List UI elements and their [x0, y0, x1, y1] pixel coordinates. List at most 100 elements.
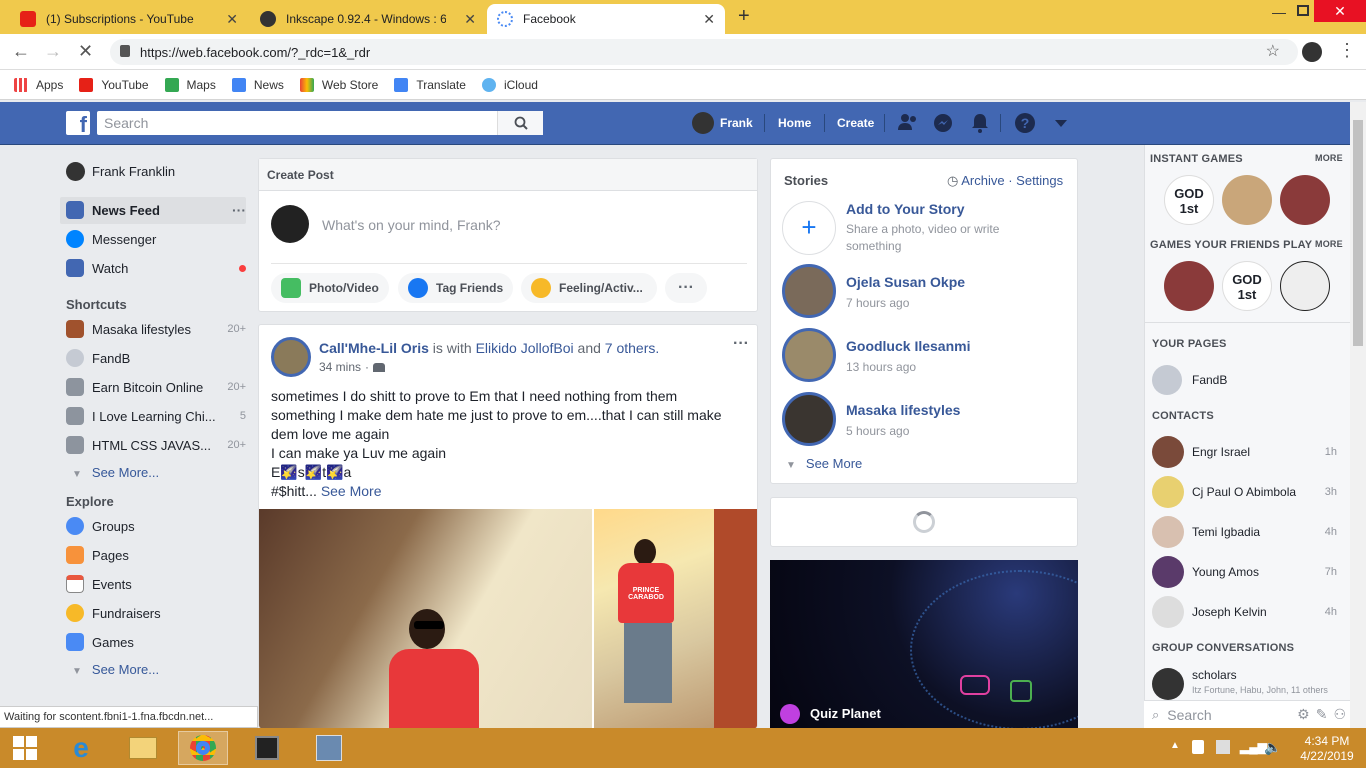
- address-bar[interactable]: https://web.facebook.com/?_rdc=1&_rdr ☆: [110, 39, 1298, 65]
- close-tab-icon[interactable]: ✕: [226, 11, 238, 28]
- post-author-link[interactable]: Call'Mhe-Lil Oris: [319, 340, 429, 356]
- gear-icon[interactable]: ⚙: [1297, 706, 1310, 723]
- messenger-icon[interactable]: [933, 113, 953, 133]
- stories-see-more[interactable]: ▼ See More: [786, 456, 862, 471]
- archive-link[interactable]: Archive: [961, 173, 1004, 188]
- nav-messenger[interactable]: Messenger: [66, 226, 246, 252]
- contact-item[interactable]: Young Amos 7h: [1152, 554, 1337, 590]
- shortcut-bitcoin[interactable]: Earn Bitcoin Online 20+: [66, 374, 246, 400]
- bookmark-apps[interactable]: Apps: [14, 77, 63, 92]
- back-button[interactable]: ←: [12, 41, 30, 62]
- photo-video-button[interactable]: Photo/Video: [271, 273, 389, 303]
- start-button[interactable]: [0, 731, 50, 765]
- account-menu-caret-icon[interactable]: [1055, 120, 1067, 127]
- chat-search-bar[interactable]: ⌕ Search ⚙ ✎ ⚇: [1144, 700, 1350, 728]
- explore-games[interactable]: Games: [66, 629, 246, 655]
- group-conversation-item[interactable]: scholars Itz Fortune, Habu, John, 11 othe…: [1152, 668, 1342, 700]
- shortcuts-see-more[interactable]: ▼ See More...: [72, 465, 159, 480]
- new-tab-button[interactable]: +: [738, 5, 750, 28]
- show-hidden-icons[interactable]: ▲: [1170, 740, 1180, 751]
- bookmark-icloud[interactable]: iCloud: [481, 77, 538, 92]
- volume-icon[interactable]: 🔈: [1264, 739, 1281, 756]
- inkscape-button[interactable]: [242, 731, 292, 765]
- profile-avatar[interactable]: [66, 162, 85, 181]
- profile-avatar[interactable]: [1302, 42, 1322, 62]
- explore-fundraisers[interactable]: Fundraisers: [66, 600, 246, 626]
- bookmark-maps[interactable]: Maps: [164, 77, 216, 92]
- contact-item[interactable]: Cj Paul O Abimbola 3h: [1152, 474, 1337, 510]
- post-photo-1[interactable]: [259, 509, 592, 728]
- bookmark-youtube[interactable]: YouTube: [79, 77, 149, 92]
- menu-icon[interactable]: ⋮: [1338, 40, 1356, 61]
- maximize-button[interactable]: [1297, 5, 1309, 16]
- game-thumbnail[interactable]: [1222, 175, 1272, 225]
- contact-item[interactable]: Engr Israel 1h: [1152, 434, 1337, 470]
- explore-groups[interactable]: Groups: [66, 513, 246, 539]
- more-options-icon[interactable]: ···: [232, 202, 246, 218]
- game-thumbnail[interactable]: [1280, 261, 1330, 311]
- game-god-first[interactable]: GOD 1st: [1164, 175, 1214, 225]
- post-options-icon[interactable]: ···: [733, 335, 749, 353]
- story-item[interactable]: Goodluck Ilesanmi 13 hours ago: [782, 328, 970, 382]
- nav-watch[interactable]: Watch: [66, 255, 246, 281]
- bookmark-star-icon[interactable]: ☆: [1266, 41, 1280, 61]
- contact-item[interactable]: Joseph Kelvin 4h: [1152, 594, 1337, 630]
- composer-input[interactable]: What's on your mind, Frank?: [322, 217, 501, 233]
- file-explorer-button[interactable]: [118, 731, 168, 765]
- flag-icon[interactable]: [1192, 740, 1204, 754]
- tag-friends-button[interactable]: Tag Friends: [398, 273, 514, 303]
- clock[interactable]: 4:34 PM 4/22/2019: [1292, 734, 1362, 764]
- add-story[interactable]: + Add to Your Story Share a photo, video…: [782, 201, 1036, 255]
- game-thumbnail[interactable]: [1164, 261, 1214, 311]
- scrollbar-thumb[interactable]: [1353, 120, 1363, 346]
- home-link[interactable]: Home: [778, 116, 811, 130]
- game-thumbnail[interactable]: [1280, 175, 1330, 225]
- tagged-friend-link[interactable]: Elikido JollofBoi: [476, 340, 574, 356]
- forward-button[interactable]: →: [44, 41, 62, 62]
- instant-games-more-link[interactable]: MORE: [1315, 153, 1343, 163]
- search-button[interactable]: [497, 111, 543, 135]
- minimize-button[interactable]: —: [1272, 4, 1286, 20]
- tab-youtube[interactable]: (1) Subscriptions - YouTube ✕: [10, 4, 248, 34]
- compose-icon[interactable]: ✎: [1316, 706, 1328, 723]
- shortcut-fandb[interactable]: FandB: [66, 345, 246, 371]
- shortcut-html[interactable]: HTML CSS JAVAS... 20+: [66, 432, 246, 458]
- add-story-title[interactable]: Add to Your Story: [846, 201, 1036, 217]
- close-window-button[interactable]: ✕: [1314, 0, 1366, 22]
- explore-see-more[interactable]: ▼ See More...: [72, 662, 159, 677]
- chrome-button[interactable]: [178, 731, 228, 765]
- explore-pages[interactable]: Pages: [66, 542, 246, 568]
- shortcut-masaka[interactable]: Masaka lifestyles 20+: [66, 316, 246, 342]
- bookmark-translate[interactable]: Translate: [394, 77, 466, 92]
- add-story-plus-icon[interactable]: +: [782, 201, 836, 255]
- device-icon[interactable]: [1216, 740, 1230, 754]
- more-actions-button[interactable]: ···: [665, 273, 707, 303]
- facebook-logo-icon[interactable]: f: [66, 111, 90, 137]
- quiz-planet-ad[interactable]: Quiz Planet: [770, 560, 1078, 728]
- friends-games-more-link[interactable]: MORE: [1315, 239, 1343, 249]
- profile-link[interactable]: Frank: [720, 116, 753, 130]
- post-see-more-link[interactable]: See More: [321, 483, 382, 499]
- feeling-activity-button[interactable]: Feeling/Activ...: [521, 273, 657, 303]
- network-app-button[interactable]: [304, 731, 354, 765]
- friends-audience-icon[interactable]: [373, 362, 386, 372]
- stop-button[interactable]: ✕: [78, 41, 93, 62]
- page-scrollbar[interactable]: [1350, 102, 1366, 728]
- create-link[interactable]: Create: [837, 116, 874, 130]
- story-item[interactable]: Ojela Susan Okpe 7 hours ago: [782, 264, 965, 318]
- profile-link[interactable]: Frank Franklin: [92, 158, 272, 184]
- create-group-icon[interactable]: ⚇: [1333, 706, 1346, 723]
- help-icon[interactable]: ?: [1015, 113, 1035, 133]
- internet-explorer-button[interactable]: e: [56, 731, 106, 765]
- page-fandb[interactable]: FandB: [1152, 362, 1337, 398]
- post-time[interactable]: 34 mins: [319, 360, 361, 374]
- others-link[interactable]: 7 others.: [605, 340, 659, 356]
- close-tab-icon[interactable]: ✕: [703, 11, 715, 28]
- game-god-first[interactable]: GOD 1st: [1222, 261, 1272, 311]
- settings-link[interactable]: Settings: [1016, 173, 1063, 188]
- tab-facebook[interactable]: Facebook ✕: [487, 4, 725, 34]
- nav-news-feed[interactable]: News Feed ···: [66, 197, 246, 223]
- notifications-bell-icon[interactable]: [971, 113, 989, 133]
- user-avatar[interactable]: [692, 112, 714, 134]
- contact-item[interactable]: Temi Igbadia 4h: [1152, 514, 1337, 550]
